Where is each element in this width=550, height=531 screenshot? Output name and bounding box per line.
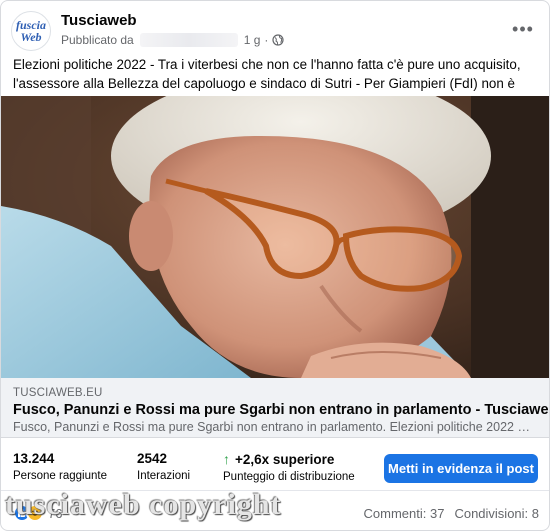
haha-reaction-icon	[26, 504, 44, 522]
published-by-label: Pubblicato da	[61, 33, 134, 47]
meta-separator: ·	[264, 33, 269, 47]
reaction-count: 76	[48, 505, 63, 521]
link-preview[interactable]: TUSCIAWEB.EU Fusco, Panunzi e Rossi ma p…	[1, 378, 549, 438]
post-footer: 76 Commenti: 37 Condivisioni: 8	[1, 492, 549, 530]
reactions-summary[interactable]: 76	[13, 504, 62, 522]
page-name-link[interactable]: Tusciaweb	[61, 12, 137, 29]
reach-label: Persone raggiunte	[13, 470, 107, 482]
reach-stat: 13.244 Persone raggiunte	[13, 451, 107, 482]
comments-count-link[interactable]: Commenti: 37	[364, 506, 445, 521]
boost-post-button[interactable]: Metti in evidenza il post	[384, 454, 538, 483]
link-domain: TUSCIAWEB.EU	[13, 387, 103, 399]
interactions-label: Interazioni	[137, 470, 191, 482]
post-photo[interactable]	[1, 96, 549, 378]
distribution-label: Punteggio di distribuzione	[223, 471, 355, 483]
link-title[interactable]: Fusco, Panunzi e Rossi ma pure Sgarbi no…	[13, 402, 549, 418]
shares-count-link[interactable]: Condivisioni: 8	[454, 506, 539, 521]
arrow-up-icon: ↑	[223, 451, 230, 467]
redacted-author	[139, 33, 238, 47]
distribution-value-row: ↑ +2,6x superiore	[223, 451, 355, 467]
post-card: fuscia Web Tusciaweb Pubblicato da 1 g ·…	[0, 0, 550, 531]
post-header: fuscia Web Tusciaweb Pubblicato da 1 g ·…	[11, 11, 539, 51]
reach-value: 13.244	[13, 451, 55, 466]
distribution-value: +2,6x superiore	[235, 451, 335, 467]
distribution-stat: ↑ +2,6x superiore Punteggio di distribuz…	[223, 451, 355, 483]
engagement-counts: Commenti: 37 Condivisioni: 8	[364, 506, 539, 521]
photo-image	[1, 96, 549, 378]
interactions-value: 2542	[137, 451, 168, 466]
page-avatar[interactable]: fuscia Web	[11, 11, 51, 51]
interactions-stat: 2542 Interazioni	[137, 451, 190, 482]
post-meta: Pubblicato da 1 g ·	[61, 33, 285, 47]
globe-icon[interactable]	[272, 34, 285, 46]
post-timestamp[interactable]: 1 g	[244, 33, 261, 47]
avatar-logo-line-2: Web	[20, 30, 42, 44]
link-description: Fusco, Panunzi e Rossi ma pure Sgarbi no…	[13, 420, 533, 434]
more-options-icon[interactable]: •••	[511, 17, 535, 41]
